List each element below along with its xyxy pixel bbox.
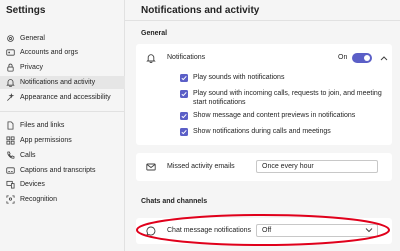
check-icon — [181, 75, 187, 81]
sidebar-item-privacy[interactable]: Privacy — [0, 61, 125, 74]
sidebar-item-label: Notifications and activity — [20, 79, 96, 86]
sidebar-item-notifications[interactable]: Notifications and activity — [0, 76, 125, 89]
chat-card: Chat message notifications Off — [136, 218, 392, 244]
general-card: Notifications On Play sounds with notifi… — [136, 44, 392, 145]
checkbox-play-sounds[interactable] — [180, 74, 188, 82]
chat-notifications-select[interactable]: Off — [256, 224, 378, 237]
check-icon — [181, 91, 187, 97]
sidebar-item-general[interactable]: General — [0, 32, 125, 45]
captions-icon — [6, 167, 15, 174]
check-icon — [181, 113, 187, 119]
sidebar-divider — [0, 111, 125, 112]
sidebar-item-label: Appearance and accessibility — [20, 94, 111, 101]
notifications-label: Notifications — [167, 54, 206, 61]
checkbox-previews[interactable] — [180, 112, 188, 120]
missed-activity-value: Once every hour — [262, 163, 314, 170]
sidebar-item-label: App permissions — [20, 137, 72, 144]
lock-icon — [7, 63, 14, 72]
sidebar-item-captions[interactable]: Captions and transcripts — [0, 164, 125, 177]
checkbox-label: Play sound with incoming calls, requests… — [193, 90, 382, 106]
devices-icon — [6, 180, 15, 189]
sidebar-item-accounts[interactable]: Accounts and orgs — [0, 46, 125, 59]
sidebar-item-calls[interactable]: Calls — [0, 149, 125, 162]
notifications-state: On — [338, 54, 348, 61]
accounts-icon — [6, 49, 15, 56]
sidebar-item-recognition[interactable]: Recognition — [0, 193, 125, 206]
chevron-down-icon — [365, 228, 373, 233]
bell-icon — [146, 54, 156, 63]
check-icon — [181, 129, 187, 135]
mail-icon — [146, 163, 156, 171]
sidebar-item-label: Devices — [20, 181, 45, 188]
sidebar-item-files[interactable]: Files and links — [0, 119, 125, 132]
sidebar-item-app-permissions[interactable]: App permissions — [0, 134, 125, 147]
checkbox-incoming-calls[interactable] — [180, 90, 188, 98]
missed-activity-label: Missed activity emails — [167, 163, 235, 170]
missed-activity-card: Missed activity emails Once every hour — [136, 153, 392, 181]
checkbox-label: Show notifications during calls and meet… — [193, 128, 331, 135]
main-panel: Notifications and activity General Notif… — [125, 0, 400, 251]
recognition-icon — [6, 195, 15, 204]
chat-notifications-label: Chat message notifications — [167, 227, 252, 234]
paint-icon — [7, 93, 15, 101]
gear-icon — [7, 35, 14, 42]
sidebar-item-label: Accounts and orgs — [20, 49, 78, 56]
settings-title: Settings — [6, 5, 46, 16]
section-chats-heading: Chats and channels — [141, 198, 208, 205]
checkbox-label: Show message and content previews in not… — [193, 112, 356, 119]
chat-icon — [146, 226, 156, 236]
sidebar-item-label: Privacy — [20, 64, 43, 71]
sidebar-item-appearance[interactable]: Appearance and accessibility — [0, 91, 125, 104]
missed-activity-select[interactable]: Once every hour — [256, 160, 378, 173]
notifications-toggle[interactable] — [352, 53, 372, 63]
checkbox-label: Play sounds with notifications — [193, 74, 285, 81]
sidebar-item-label: Calls — [20, 152, 36, 159]
chat-notifications-value: Off — [262, 227, 272, 234]
sidebar-item-devices[interactable]: Devices — [0, 178, 125, 191]
sidebar-item-label: Recognition — [20, 196, 57, 203]
section-general-heading: General — [141, 30, 168, 37]
checkbox-during-calls[interactable] — [180, 128, 188, 136]
sidebar-item-label: Files and links — [20, 122, 65, 129]
page-title: Notifications and activity — [141, 5, 260, 16]
header-divider — [125, 20, 400, 21]
phone-icon — [7, 151, 15, 159]
bell-icon — [6, 79, 15, 87]
sidebar-item-label: General — [20, 35, 45, 42]
chevron-up-icon[interactable] — [380, 55, 388, 61]
file-icon — [7, 121, 14, 130]
sidebar-item-label: Captions and transcripts — [20, 167, 96, 174]
apps-icon — [6, 136, 15, 145]
settings-sidebar: Settings General Accounts and orgs Priva… — [0, 0, 125, 251]
